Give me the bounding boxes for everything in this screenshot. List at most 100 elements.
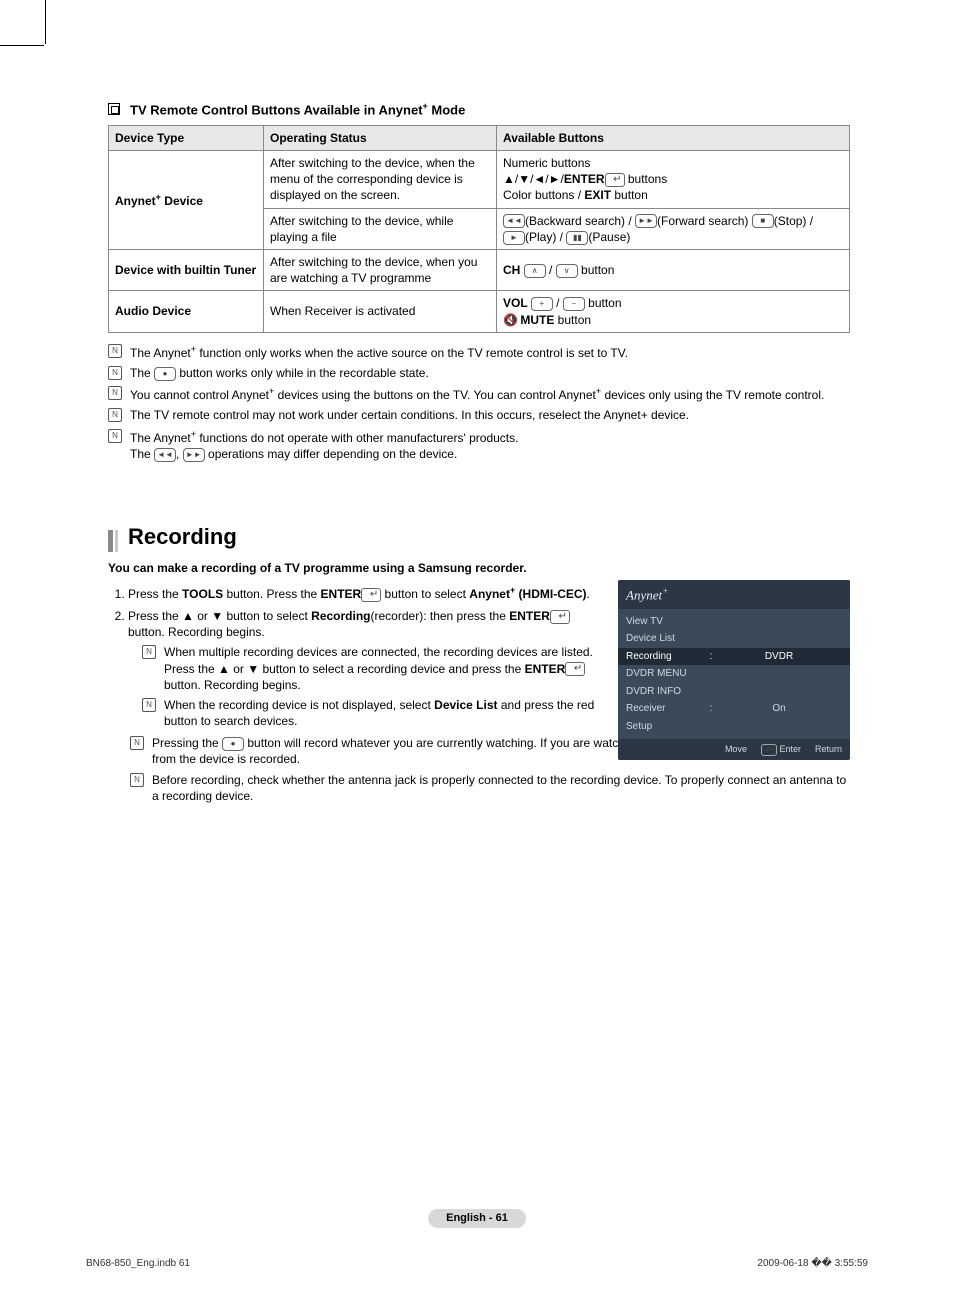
txt: DVDR INFO (626, 685, 706, 699)
vol-up-icon: + (531, 297, 553, 311)
menu-item-dvdr-menu[interactable]: DVDR MENU (618, 665, 850, 683)
th-device-type: Device Type (109, 125, 264, 150)
menu-item-receiver[interactable]: Receiver : On (618, 700, 850, 718)
page-number: English - 61 (428, 1209, 526, 1228)
txt: (Backward search) / (525, 214, 635, 228)
txt: + (662, 586, 668, 596)
recording-body: Press the TOOLS button. Press the ENTER … (108, 584, 850, 804)
crop-mark (45, 0, 46, 44)
cell-buttons: ◄◄(Backward search) / ►►(Forward search)… (497, 208, 850, 249)
menu-body: View TV Device List Recording : DVDR DVD… (618, 609, 850, 740)
note-text: When the recording device is not display… (164, 697, 608, 729)
cell-device-anynet: Anynet+ Device (109, 151, 264, 250)
txt: buttons (625, 172, 668, 186)
txt: ENTER (525, 662, 566, 676)
txt: : (706, 702, 716, 716)
sub-note: N When the recording device is not displ… (142, 697, 608, 729)
heading-bar-icon (115, 530, 118, 552)
txt: VOL (503, 296, 531, 310)
txt: button (578, 263, 615, 277)
footer-enter: Enter (761, 743, 801, 756)
ch-up-icon: ∧ (524, 264, 546, 278)
note-text: Before recording, check whether the ante… (152, 772, 850, 804)
txt: function only works when the active sour… (196, 346, 628, 360)
forward-icon: ►► (635, 214, 657, 228)
txt: (Forward search) (657, 214, 752, 228)
txt: . (587, 587, 590, 601)
txt: Numeric buttons (503, 156, 590, 170)
menu-item-setup[interactable]: Setup (618, 718, 850, 736)
txt: functions do not operate with other manu… (196, 431, 518, 445)
note-text: The Anynet+ functions do not operate wit… (130, 428, 850, 462)
menu-item-view-tv[interactable]: View TV (618, 613, 850, 631)
note-item: N Before recording, check whether the an… (130, 772, 850, 804)
txt: The Anynet (130, 431, 191, 445)
txt: View TV (626, 615, 706, 629)
step-2: Press the ▲ or ▼ button to select Record… (128, 608, 608, 729)
note-icon: N (108, 344, 122, 358)
pause-icon: ▮▮ (566, 231, 588, 245)
recording-lead: You can make a recording of a TV program… (108, 560, 850, 576)
cell-buttons: Numeric buttons ▲/▼/◄/►/ENTER buttons Co… (497, 151, 850, 209)
txt: English - (446, 1212, 496, 1224)
cell-status: After switching to the device, when the … (264, 151, 497, 209)
txt: EXIT (584, 188, 611, 202)
txt: Anynet (115, 194, 156, 208)
menu-item-recording[interactable]: Recording : DVDR (618, 648, 850, 666)
txt: Anynet (469, 587, 510, 601)
subheading-text-pre: TV Remote Control Buttons Available in A… (130, 102, 423, 117)
txt: You cannot control Anynet (130, 388, 269, 402)
stop-icon: ■ (752, 214, 774, 228)
txt: TOOLS (182, 587, 223, 601)
steps: Press the TOOLS button. Press the ENTER … (108, 584, 608, 730)
txt: button. Recording begins. (164, 678, 301, 692)
vol-down-icon: − (563, 297, 585, 311)
page-content: TV Remote Control Buttons Available in A… (108, 100, 850, 808)
txt: (Stop) / (774, 214, 813, 228)
note-item: N The Anynet+ function only works when t… (108, 343, 850, 361)
ch-down-icon: ∨ (556, 264, 578, 278)
txt: Enter (779, 744, 801, 754)
txt: (HDMI-CEC) (515, 587, 586, 601)
txt: DVDR (716, 650, 842, 664)
bullet-icon (108, 103, 120, 115)
rewind-icon: ◄◄ (503, 214, 525, 228)
txt: Device List (626, 632, 706, 646)
txt: : (706, 650, 716, 664)
txt: Recording (311, 609, 370, 623)
menu-footer: Move Enter Return (618, 739, 850, 760)
note-text: The TV remote control may not work under… (130, 407, 850, 423)
menu-item-device-list[interactable]: Device List (618, 630, 850, 648)
note-item: N The ● button works only while in the r… (108, 365, 850, 381)
txt: The (130, 366, 154, 380)
txt: button works only while in the recordabl… (176, 366, 429, 380)
txt: devices using the buttons on the TV. You… (274, 388, 596, 402)
txt: button. Press the (223, 587, 320, 601)
footer-move: Move (725, 743, 747, 756)
note-item: N You cannot control Anynet+ devices usi… (108, 385, 850, 403)
sub-note: N When multiple recording devices are co… (142, 644, 608, 693)
play-icon: ► (503, 231, 525, 245)
txt: button (611, 188, 648, 202)
note-item: N The Anynet+ functions do not operate w… (108, 428, 850, 462)
txt: Anynet (626, 587, 662, 602)
subheading-row: TV Remote Control Buttons Available in A… (108, 100, 850, 119)
footer-right: 2009-06-18 �� 3:55:59 (757, 1257, 868, 1271)
notes-list: N The Anynet+ function only works when t… (108, 343, 850, 462)
recording-title: Recording (128, 522, 237, 552)
record-icon: ● (222, 737, 244, 751)
note-icon: N (130, 773, 144, 787)
menu-item-dvdr-info[interactable]: DVDR INFO (618, 683, 850, 701)
heading-bar-icon (108, 530, 113, 552)
subheading: TV Remote Control Buttons Available in A… (130, 100, 465, 119)
menu-title: Anynet+ (618, 580, 850, 609)
subheading-text-post: Mode (428, 102, 466, 117)
th-operating-status: Operating Status (264, 125, 497, 150)
anynet-menu: Anynet+ View TV Device List Recording : … (618, 580, 850, 760)
note-icon: N (130, 736, 144, 750)
txt: operations may differ depending on the d… (205, 447, 458, 461)
txt: On (716, 702, 842, 716)
txt: Recording (626, 650, 706, 664)
txt: The Anynet (130, 346, 191, 360)
txt: ENTER (564, 172, 605, 186)
